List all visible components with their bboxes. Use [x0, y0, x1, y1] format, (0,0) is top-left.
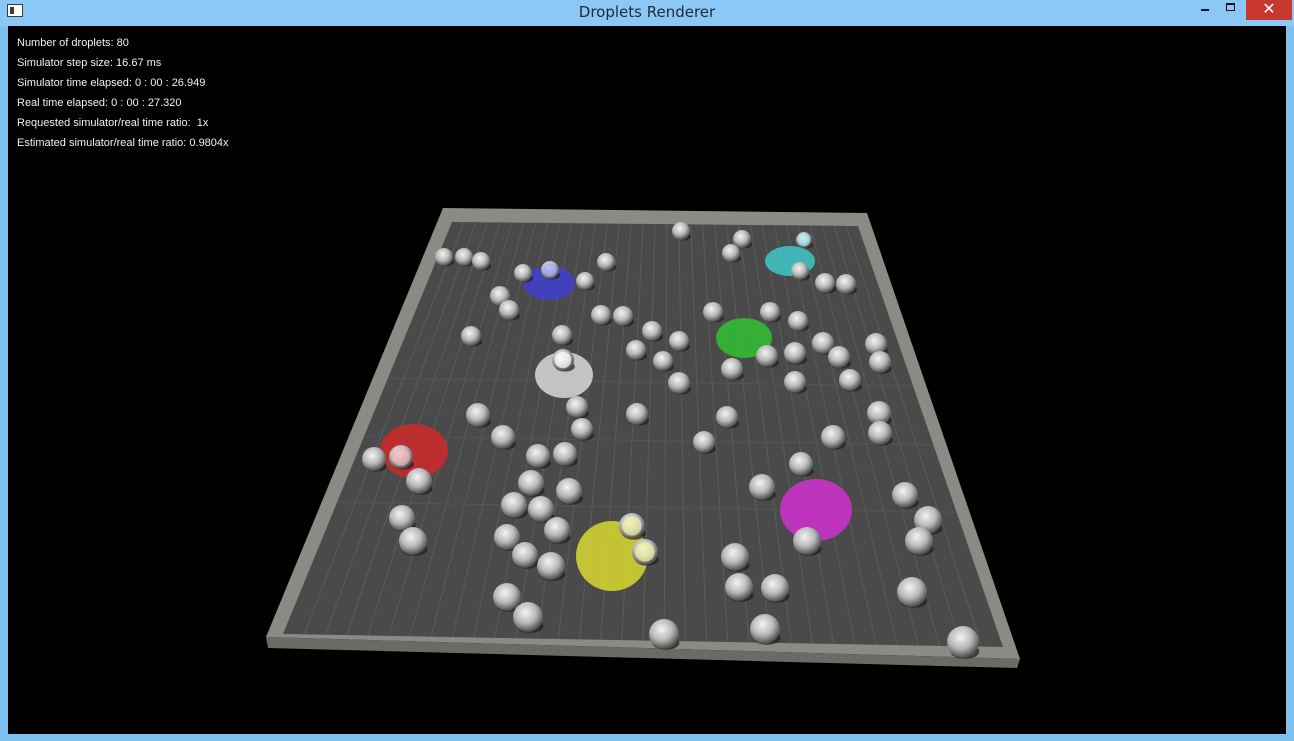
droplet-tint: [798, 234, 810, 246]
close-button[interactable]: ✕: [1246, 0, 1292, 20]
stat-sim-time: Simulator time elapsed: 0 : 00 : 26.949: [17, 77, 206, 89]
droplet-body: [491, 425, 515, 449]
droplet-body: [597, 253, 615, 271]
droplet-body: [836, 274, 856, 294]
droplet-body: [571, 418, 593, 440]
droplet-body: [406, 468, 432, 494]
droplet-body: [499, 300, 519, 320]
droplet-body: [791, 262, 809, 280]
droplet-tint: [392, 448, 410, 466]
droplet-body: [528, 496, 554, 522]
droplet-body: [514, 264, 532, 282]
droplet-body: [869, 351, 891, 373]
close-icon: ✕: [1262, 0, 1276, 18]
droplet-body: [613, 306, 633, 326]
droplet-body: [788, 311, 808, 331]
droplet-body: [784, 371, 806, 393]
droplet-body: [362, 447, 386, 471]
droplet-body: [693, 431, 715, 453]
stat-droplet-count: Number of droplets: 80: [17, 37, 129, 49]
droplet-body: [518, 470, 544, 496]
droplet-body: [653, 351, 673, 371]
droplet-body: [750, 614, 780, 644]
droplet-body: [455, 248, 473, 266]
droplet-body: [466, 403, 490, 427]
droplet-body: [821, 425, 845, 449]
stat-estimated-ratio: Estimated simulator/real time ratio: 0.9…: [17, 137, 229, 149]
droplet-body: [828, 346, 850, 368]
droplet-body: [721, 358, 743, 380]
droplet-body: [868, 421, 892, 445]
maximize-icon: [1226, 3, 1235, 11]
app-window: Droplets Renderer ✕ Number of droplets: …: [0, 0, 1294, 741]
droplet: [947, 626, 980, 659]
stat-real-time: Real time elapsed: 0 : 00 : 27.320: [17, 97, 182, 109]
droplet-body: [526, 444, 550, 468]
stat-step-size: Simulator step size: 16.67 ms: [17, 57, 162, 69]
stats-overlay: Number of droplets: 80 Simulator step si…: [17, 36, 229, 156]
droplet-body: [749, 474, 775, 500]
droplet-body: [493, 583, 521, 611]
maximize-button[interactable]: [1218, 0, 1244, 20]
droplet-body: [556, 478, 582, 504]
droplet-body: [461, 326, 481, 346]
droplet-body: [761, 574, 789, 602]
droplet-body: [399, 527, 427, 555]
droplet-body: [897, 577, 927, 607]
droplet-body: [905, 527, 933, 555]
droplet-body: [815, 273, 835, 293]
droplet-body: [784, 342, 806, 364]
stat-requested-ratio: Requested simulator/real time ratio: 1x: [17, 117, 209, 129]
droplet-body: [722, 244, 740, 262]
droplet-body: [789, 452, 813, 476]
droplet-body: [501, 492, 527, 518]
droplet-body: [793, 527, 821, 555]
droplet-body: [512, 542, 538, 568]
droplet-tint: [622, 516, 642, 536]
droplet-body: [537, 552, 565, 580]
droplet-body: [760, 302, 780, 322]
droplet-body: [435, 248, 453, 266]
droplet-tint: [635, 542, 655, 562]
droplet-body: [839, 369, 861, 391]
droplet-body: [626, 403, 648, 425]
droplet-body: [553, 442, 577, 466]
droplet-body: [733, 230, 751, 248]
minimize-icon: [1201, 9, 1209, 11]
droplet-body: [576, 272, 594, 290]
droplet-body: [591, 305, 611, 325]
droplet-body: [892, 482, 918, 508]
droplet-body: [626, 340, 646, 360]
droplet-body: [721, 543, 749, 571]
droplet-body: [472, 252, 490, 270]
minimize-button[interactable]: [1192, 0, 1218, 20]
title-bar[interactable]: Droplets Renderer ✕: [0, 0, 1294, 26]
droplet-body: [703, 302, 723, 322]
window-title: Droplets Renderer: [578, 3, 716, 21]
droplet-tint: [543, 263, 557, 277]
droplet-body: [566, 396, 588, 418]
droplet-body: [947, 626, 979, 658]
droplet-body: [716, 406, 738, 428]
droplet-body: [725, 573, 753, 601]
droplet-body: [552, 325, 572, 345]
droplet-body: [669, 331, 689, 351]
droplet-body: [544, 517, 570, 543]
droplet-body: [513, 602, 543, 632]
droplet-tint: [554, 351, 572, 369]
droplet-body: [389, 505, 415, 531]
droplet-body: [756, 345, 778, 367]
droplet-body: [668, 372, 690, 394]
droplet-body: [649, 619, 679, 649]
render-viewport[interactable]: Number of droplets: 80 Simulator step si…: [8, 26, 1286, 734]
droplet-body: [642, 321, 662, 341]
droplet-body: [672, 222, 690, 240]
